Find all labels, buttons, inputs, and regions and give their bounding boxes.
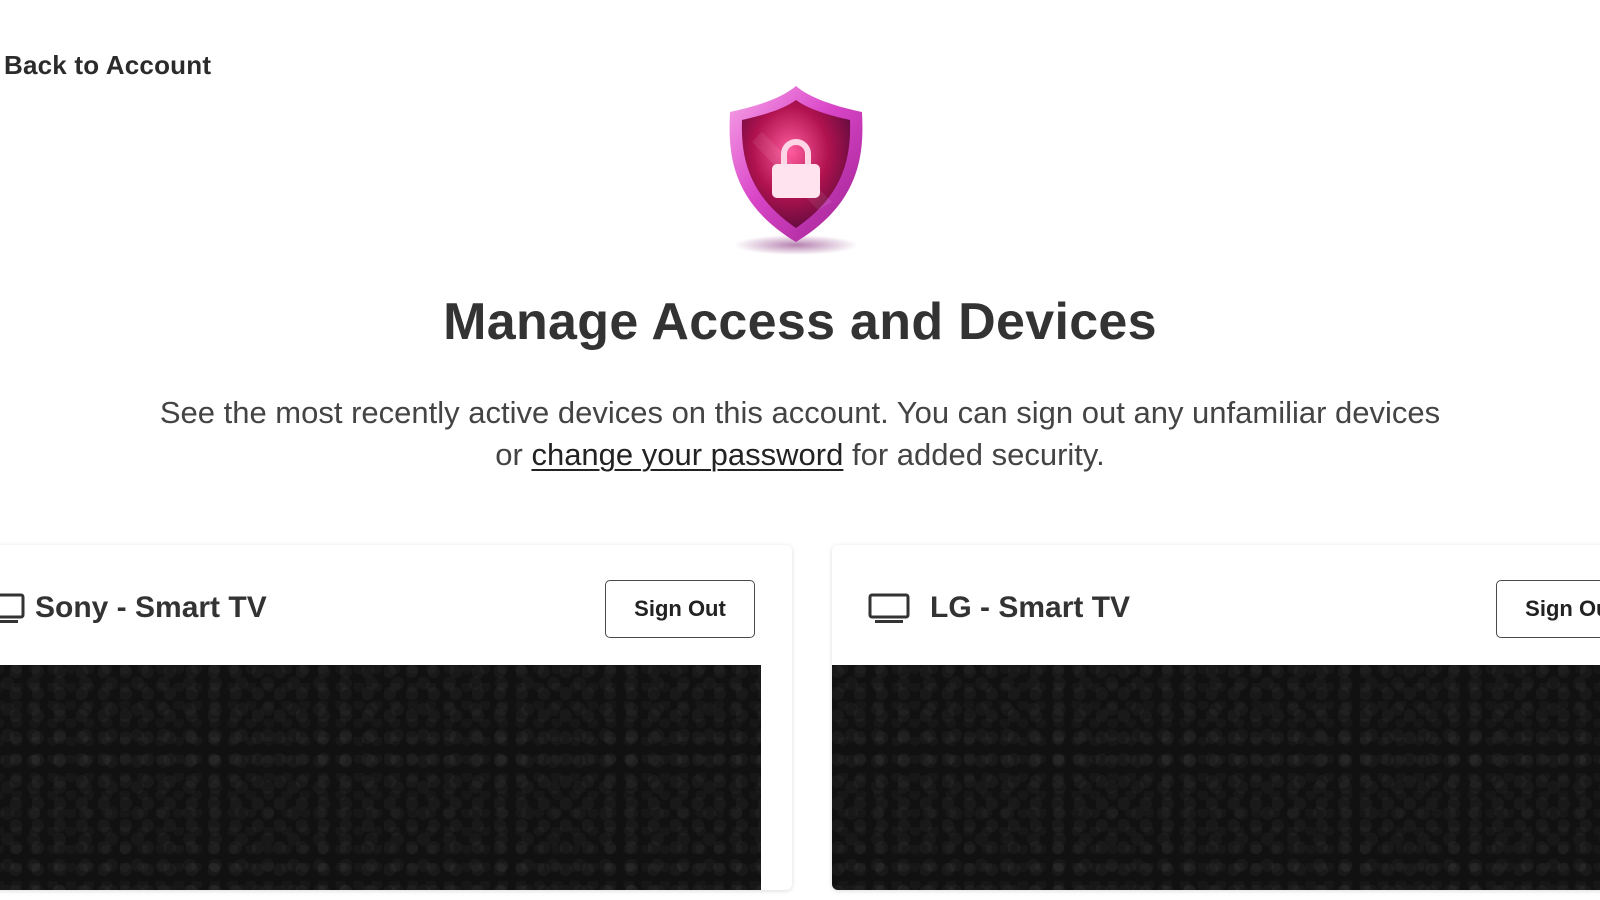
device-name: LG - Smart TV bbox=[930, 591, 1131, 624]
page-description: See the most recently active devices on … bbox=[150, 392, 1450, 476]
shield-lock-icon bbox=[722, 82, 872, 262]
device-card: Sony - Smart TV Sign Out bbox=[0, 545, 792, 890]
back-to-account-link[interactable]: Back to Account bbox=[4, 50, 211, 81]
tv-icon bbox=[0, 593, 26, 625]
description-text-end: for added security. bbox=[843, 437, 1105, 472]
device-preview bbox=[0, 665, 761, 890]
sign-out-button[interactable]: Sign Out bbox=[605, 580, 755, 638]
change-password-link[interactable]: change your password bbox=[531, 437, 843, 472]
device-card: LG - Smart TV Sign Out bbox=[832, 545, 1600, 890]
device-card-header: Sony - Smart TV Sign Out bbox=[0, 545, 792, 665]
device-card-header: LG - Smart TV Sign Out bbox=[832, 545, 1600, 665]
tv-icon bbox=[867, 593, 911, 625]
device-name: Sony - Smart TV bbox=[35, 591, 267, 624]
manage-devices-page: Back to Account Manage Access and Device… bbox=[0, 0, 1600, 900]
device-preview bbox=[832, 665, 1600, 890]
page-title: Manage Access and Devices bbox=[443, 293, 1157, 351]
sign-out-button[interactable]: Sign Out bbox=[1496, 580, 1600, 638]
